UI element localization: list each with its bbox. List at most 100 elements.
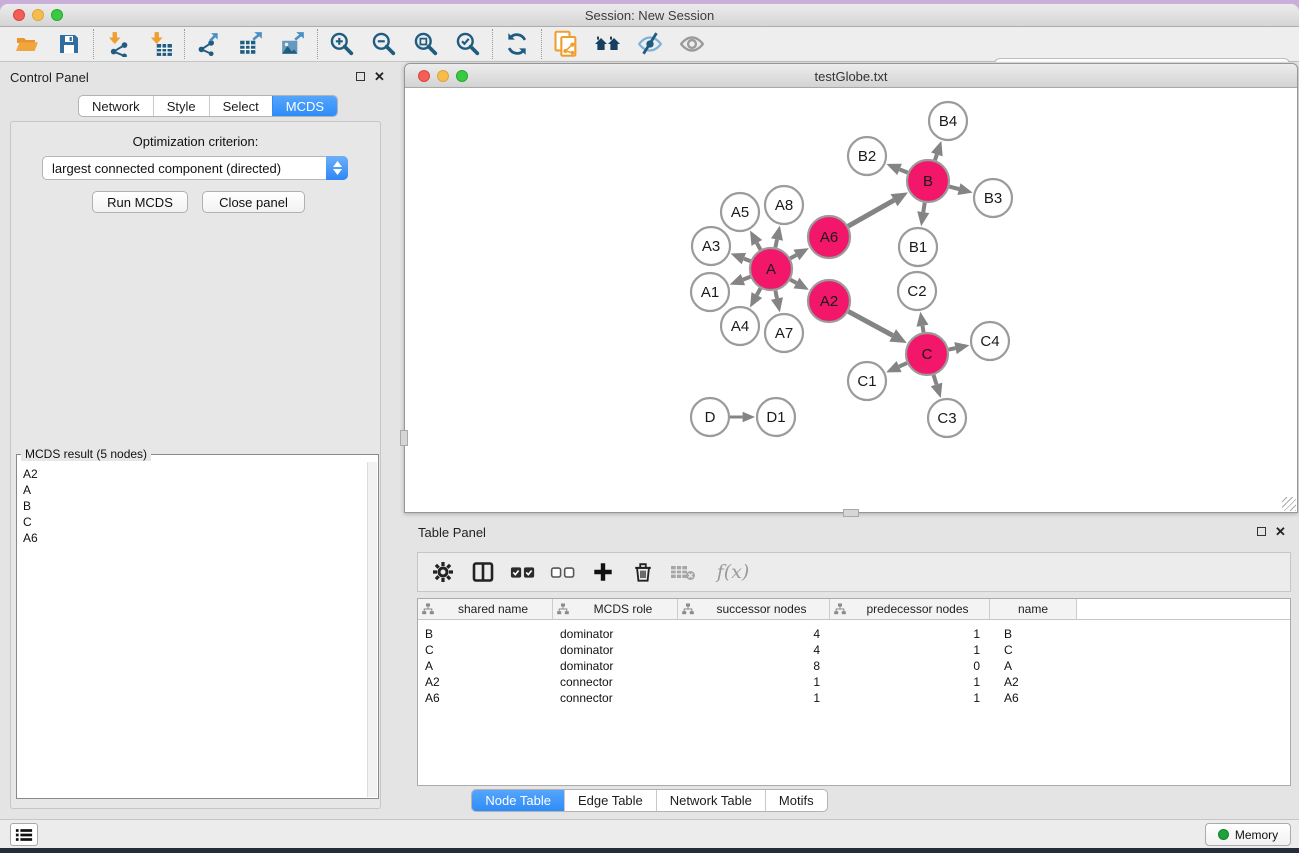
apply-layout-button[interactable] [496, 28, 538, 60]
zoom-selected-button[interactable] [447, 28, 489, 60]
cell-successor-nodes[interactable]: 4 [678, 627, 830, 641]
edge-C-C4[interactable] [949, 348, 956, 349]
show-hide-button[interactable] [671, 28, 713, 60]
tab-node-table[interactable]: Node Table [472, 790, 564, 811]
edge-B-B1[interactable] [923, 203, 924, 212]
table-settings-button[interactable] [430, 559, 456, 585]
run-mcds-button[interactable]: Run MCDS [92, 191, 188, 213]
home-button[interactable] [587, 28, 629, 60]
cell-successor-nodes[interactable]: 8 [678, 659, 830, 673]
save-session-button[interactable] [48, 28, 90, 60]
zoom-out-button[interactable] [363, 28, 405, 60]
edge-A-A6[interactable] [790, 255, 796, 258]
zoom-in-button[interactable] [321, 28, 363, 60]
tab-style[interactable]: Style [153, 96, 209, 116]
cell-name[interactable]: A2 [990, 675, 1077, 689]
edge-A-A5[interactable] [757, 243, 761, 250]
memory-button[interactable]: Memory [1205, 823, 1291, 846]
cell-shared-name[interactable]: A6 [418, 691, 553, 705]
cell-name[interactable]: A6 [990, 691, 1077, 705]
network-graph[interactable]: A5A8A3AA1A4A7A6A2B2B4BB3B1C2CC4C1C3DD1 [405, 88, 1297, 512]
export-table-button[interactable] [230, 28, 272, 60]
column-header-name[interactable]: name [990, 599, 1077, 619]
cell-successor-nodes[interactable]: 1 [678, 675, 830, 689]
tab-select[interactable]: Select [209, 96, 272, 116]
close-table-panel-icon[interactable]: ✕ [1275, 526, 1286, 537]
cell-shared-name[interactable]: A [418, 659, 553, 673]
open-session-button[interactable] [6, 28, 48, 60]
float-table-panel-icon[interactable] [1257, 527, 1266, 536]
mcds-result-item[interactable]: A2 [23, 466, 369, 482]
cell-MCDS-role[interactable]: dominator [553, 627, 678, 641]
cell-name[interactable]: C [990, 643, 1077, 657]
edge-A-A2[interactable] [790, 280, 796, 283]
tab-edge-table[interactable]: Edge Table [564, 790, 656, 811]
edge-A-A7[interactable] [775, 291, 777, 299]
cell-successor-nodes[interactable]: 4 [678, 643, 830, 657]
node-table[interactable]: shared nameMCDS rolesuccessor nodesprede… [417, 598, 1291, 786]
cell-predecessor-nodes[interactable]: 1 [830, 643, 990, 657]
export-network-button[interactable] [188, 28, 230, 60]
cell-predecessor-nodes[interactable]: 0 [830, 659, 990, 673]
mcds-result-item[interactable]: C [23, 514, 369, 530]
mcds-result-scrollbar[interactable] [367, 462, 377, 797]
edge-C-C1[interactable] [899, 363, 907, 367]
cell-predecessor-nodes[interactable]: 1 [830, 691, 990, 705]
cell-MCDS-role[interactable]: connector [553, 691, 678, 705]
cell-MCDS-role[interactable]: connector [553, 675, 678, 689]
table-row[interactable]: A6connector11A6 [418, 690, 1290, 706]
close-panel-button[interactable]: Close panel [202, 191, 305, 213]
birdseye-handle-bottom[interactable] [843, 509, 859, 517]
cell-predecessor-nodes[interactable]: 1 [830, 627, 990, 641]
edge-B-B2[interactable] [900, 169, 908, 172]
tab-network[interactable]: Network [79, 96, 153, 116]
network-canvas[interactable]: A5A8A3AA1A4A7A6A2B2B4BB3B1C2CC4C1C3DD1 [405, 88, 1297, 512]
delete-table-button[interactable] [670, 559, 696, 585]
network-window-titlebar[interactable]: testGlobe.txt [405, 64, 1297, 88]
cell-predecessor-nodes[interactable]: 1 [830, 675, 990, 689]
cell-name[interactable]: B [990, 627, 1077, 641]
table-row[interactable]: Bdominator41B [418, 626, 1290, 642]
column-header-successor-nodes[interactable]: successor nodes [678, 599, 830, 619]
edge-B-B3[interactable] [949, 187, 959, 190]
birdseye-handle-left[interactable] [400, 430, 408, 446]
cell-shared-name[interactable]: A2 [418, 675, 553, 689]
edge-A-A8[interactable] [775, 239, 777, 247]
mcds-result-item[interactable]: A6 [23, 530, 369, 546]
edge-A-A1[interactable] [743, 277, 750, 280]
tab-network-table[interactable]: Network Table [656, 790, 765, 811]
table-row[interactable]: Cdominator41C [418, 642, 1290, 658]
mcds-result-item[interactable]: B [23, 498, 369, 514]
resize-grip[interactable] [1282, 497, 1296, 511]
select-all-button[interactable] [510, 559, 536, 585]
edge-C-C2[interactable] [923, 326, 924, 333]
cell-MCDS-role[interactable]: dominator [553, 643, 678, 657]
cell-MCDS-role[interactable]: dominator [553, 659, 678, 673]
edge-A-A3[interactable] [744, 259, 751, 262]
cell-successor-nodes[interactable]: 1 [678, 691, 830, 705]
cell-shared-name[interactable]: C [418, 643, 553, 657]
add-row-button[interactable] [590, 559, 616, 585]
mcds-result-item[interactable]: A [23, 482, 369, 498]
edge-B-B4[interactable] [935, 154, 937, 160]
import-network-button[interactable] [97, 28, 139, 60]
function-builder-button[interactable]: f(x) [710, 559, 756, 585]
edge-C-C3[interactable] [934, 375, 937, 384]
show-column-button[interactable] [470, 559, 496, 585]
delete-row-button[interactable] [630, 559, 656, 585]
export-image-button[interactable] [272, 28, 314, 60]
table-row[interactable]: Adominator80A [418, 658, 1290, 674]
deselect-all-button[interactable] [550, 559, 576, 585]
edge-A-A4[interactable] [757, 288, 761, 295]
float-panel-icon[interactable] [356, 72, 365, 81]
zoom-fit-button[interactable] [405, 28, 447, 60]
cell-shared-name[interactable]: B [418, 627, 553, 641]
close-panel-icon[interactable]: ✕ [374, 71, 385, 82]
criterion-dropdown[interactable]: largest connected component (directed) [42, 156, 348, 180]
table-row[interactable]: A2connector11A2 [418, 674, 1290, 690]
column-header-shared-name[interactable]: shared name [418, 599, 553, 619]
tab-motifs[interactable]: Motifs [765, 790, 827, 811]
column-header-predecessor-nodes[interactable]: predecessor nodes [830, 599, 990, 619]
edge-A6-B[interactable] [848, 200, 894, 226]
tab-mcds[interactable]: MCDS [272, 96, 337, 116]
